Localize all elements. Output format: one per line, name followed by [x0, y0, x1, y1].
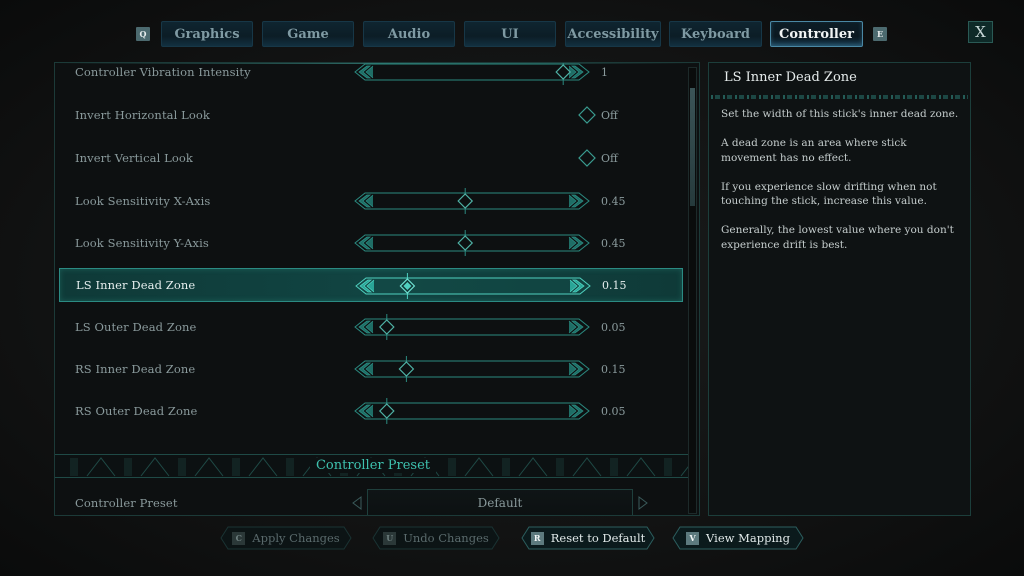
- slider-track[interactable]: [355, 277, 591, 295]
- setting-label: Controller Vibration Intensity: [75, 65, 251, 79]
- slider-thumb-diamond-icon[interactable]: [378, 319, 395, 335]
- button-label: Reset to Default: [550, 531, 646, 545]
- setting-row-rs-outer-dead-zone[interactable]: RS Outer Dead Zone 0.05: [59, 394, 683, 428]
- setting-label: Look Sensitivity Y-Axis: [75, 236, 209, 250]
- toggle-diamond-icon[interactable]: [577, 105, 597, 125]
- key-hint-r: R: [530, 531, 544, 545]
- settings-tab-bar: Q Graphics Game Audio UI Accessibility K…: [0, 21, 1024, 47]
- setting-label: LS Inner Dead Zone: [76, 278, 196, 292]
- description-paragraph: If you experience slow drifting when not…: [721, 180, 937, 208]
- slider-thumb-diamond-icon[interactable]: [378, 403, 395, 419]
- preset-next-arrow-icon[interactable]: [637, 495, 649, 510]
- setting-value: 0.15: [602, 278, 627, 292]
- decrease-chevron-icon[interactable]: [358, 320, 374, 334]
- decrease-chevron-icon[interactable]: [358, 404, 374, 418]
- setting-value: 1: [601, 65, 608, 79]
- setting-label: RS Inner Dead Zone: [75, 362, 196, 376]
- setting-slider[interactable]: [353, 63, 593, 85]
- setting-slider[interactable]: [353, 230, 593, 256]
- setting-label: Invert Horizontal Look: [75, 108, 211, 122]
- setting-label: Controller Preset: [75, 496, 178, 510]
- description-divider: [711, 95, 968, 99]
- increase-chevron-icon[interactable]: [568, 65, 584, 79]
- setting-value: 0.45: [601, 194, 626, 208]
- description-paragraph: Set the width of this stick's inner dead…: [721, 108, 959, 120]
- key-hint-u: U: [383, 531, 397, 545]
- setting-row-invert-vertical-look[interactable]: Invert Vertical Look Off: [59, 141, 683, 175]
- setting-slider[interactable]: [354, 273, 594, 299]
- increase-chevron-icon[interactable]: [568, 320, 584, 334]
- key-hint-v: V: [686, 531, 700, 545]
- settings-scrollbar[interactable]: [688, 67, 697, 514]
- setting-label: Invert Vertical Look: [75, 151, 193, 165]
- setting-slider[interactable]: [353, 356, 593, 382]
- settings-list-panel: Controller Vibration Intensity 1 Invert Ho…: [54, 62, 700, 516]
- description-panel: LS Inner Dead Zone Set the width of this…: [708, 62, 971, 516]
- toggle-diamond-icon[interactable]: [577, 148, 597, 168]
- preset-prev-arrow-icon[interactable]: [351, 495, 363, 510]
- key-hint-c: C: [232, 531, 246, 545]
- tab-ui[interactable]: UI: [464, 21, 556, 47]
- controller-preset-selector[interactable]: Default: [367, 489, 633, 515]
- tab-keyboard[interactable]: Keyboard: [669, 21, 762, 47]
- setting-value: Off: [601, 108, 618, 122]
- slider-thumb-diamond-icon[interactable]: [555, 64, 572, 80]
- setting-row-look-sensitivity-x-axis[interactable]: Look Sensitivity X-Axis 0.45: [59, 184, 683, 218]
- setting-value: 0.05: [601, 404, 626, 418]
- setting-row-rs-inner-dead-zone[interactable]: RS Inner Dead Zone 0.15: [59, 352, 683, 386]
- scrollbar-thumb[interactable]: [690, 88, 695, 206]
- tab-graphics[interactable]: Graphics: [161, 21, 253, 47]
- reset-to-default-button[interactable]: R Reset to Default: [521, 526, 655, 550]
- setting-value: 0.05: [601, 320, 626, 334]
- section-header-controller-preset: Controller Preset: [55, 454, 691, 478]
- decrease-chevron-icon[interactable]: [358, 65, 374, 79]
- setting-row-invert-horizontal-look[interactable]: Invert Horizontal Look Off: [59, 98, 683, 132]
- setting-label: LS Outer Dead Zone: [75, 320, 197, 334]
- bottom-action-bar: C Apply Changes U Undo Changes R Reset t…: [0, 526, 1024, 552]
- close-button[interactable]: X: [968, 21, 993, 43]
- apply-changes-button[interactable]: C Apply Changes: [220, 526, 352, 550]
- slider-thumb-diamond-icon[interactable]: [457, 193, 474, 209]
- tab-game[interactable]: Game: [262, 21, 354, 47]
- tab-accessibility[interactable]: Accessibility: [565, 21, 661, 47]
- decrease-chevron-icon[interactable]: [358, 194, 374, 208]
- button-label: Apply Changes: [252, 531, 340, 545]
- setting-row-ls-inner-dead-zone[interactable]: LS Inner Dead Zone 0.15: [59, 268, 683, 302]
- button-label: Undo Changes: [403, 531, 489, 545]
- slider-track[interactable]: [354, 360, 590, 378]
- increase-chevron-icon[interactable]: [568, 404, 584, 418]
- prev-tab-key-hint[interactable]: Q: [136, 27, 150, 41]
- description-title: LS Inner Dead Zone: [724, 70, 857, 85]
- decrease-chevron-icon[interactable]: [358, 236, 374, 250]
- setting-label: Look Sensitivity X-Axis: [75, 194, 211, 208]
- setting-row-look-sensitivity-y-axis[interactable]: Look Sensitivity Y-Axis 0.45: [59, 226, 683, 260]
- undo-changes-button[interactable]: U Undo Changes: [372, 526, 500, 550]
- decrease-chevron-icon[interactable]: [358, 362, 374, 376]
- setting-row-controller-vibration-intensity[interactable]: Controller Vibration Intensity 1: [59, 63, 683, 89]
- section-title: Controller Preset: [309, 458, 436, 473]
- tab-audio[interactable]: Audio: [363, 21, 455, 47]
- increase-chevron-icon[interactable]: [568, 194, 584, 208]
- next-tab-key-hint[interactable]: E: [873, 27, 887, 41]
- slider-thumb-diamond-icon[interactable]: [398, 361, 415, 377]
- increase-chevron-icon[interactable]: [568, 362, 584, 376]
- setting-value: 0.15: [601, 362, 626, 376]
- slider-track[interactable]: [354, 63, 590, 81]
- setting-slider[interactable]: [353, 398, 593, 424]
- description-paragraph: A dead zone is an area where stick movem…: [721, 137, 907, 164]
- description-paragraph: Generally, the lowest value where you do…: [721, 224, 954, 251]
- view-mapping-button[interactable]: V View Mapping: [672, 526, 804, 550]
- button-label: View Mapping: [706, 531, 790, 545]
- setting-value: Off: [601, 151, 618, 165]
- description-body: Set the width of this stick's inner dead…: [721, 107, 959, 267]
- setting-slider[interactable]: [353, 188, 593, 214]
- setting-slider[interactable]: [353, 314, 593, 340]
- tab-controller[interactable]: Controller: [770, 21, 863, 47]
- setting-value: 0.45: [601, 236, 626, 250]
- increase-chevron-icon[interactable]: [568, 236, 584, 250]
- setting-label: RS Outer Dead Zone: [75, 404, 198, 418]
- slider-thumb-diamond-icon[interactable]: [457, 235, 474, 251]
- setting-row-ls-outer-dead-zone[interactable]: LS Outer Dead Zone 0.05: [59, 310, 683, 344]
